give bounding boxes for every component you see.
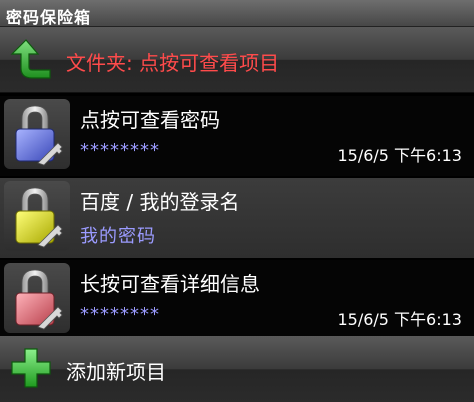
entry-title: 百度 / 我的登录名 xyxy=(80,190,240,214)
password-entry[interactable]: 长按可查看详细信息 ******** 15/6/5 下午6:13 xyxy=(0,260,474,340)
entry-password: 我的密码 xyxy=(80,226,156,247)
entry-title: 点按可查看密码 xyxy=(80,108,220,132)
entry-password: ******** xyxy=(80,304,160,325)
plus-icon xyxy=(11,348,51,388)
folder-header[interactable]: 文件夹: 点按可查看项目 xyxy=(0,27,474,93)
red-lock-icon xyxy=(15,269,63,330)
entry-icon-box xyxy=(4,263,70,333)
title-bar: 密码保险箱 xyxy=(0,0,474,27)
entry-date: 15/6/5 下午6:13 xyxy=(337,310,462,329)
password-entry[interactable]: 百度 / 我的登录名 我的密码 xyxy=(0,178,474,258)
back-arrow-icon[interactable] xyxy=(8,38,52,82)
blue-lock-icon xyxy=(15,105,63,166)
entry-icon-box xyxy=(4,181,70,251)
password-entry[interactable]: 点按可查看密码 ******** 15/6/5 下午6:13 xyxy=(0,96,474,176)
add-item-label: 添加新项目 xyxy=(66,360,166,384)
password-safe-app: 密码保险箱 文件夹: 点按可查看项目 点按可查看密码 ******** 15/6… xyxy=(0,0,474,402)
entry-password: ******** xyxy=(80,140,160,161)
app-title: 密码保险箱 xyxy=(6,8,92,27)
entry-title: 长按可查看详细信息 xyxy=(80,272,260,296)
folder-label: 文件夹: 点按可查看项目 xyxy=(66,51,280,75)
yellow-lock-icon xyxy=(15,187,63,248)
add-item-button[interactable]: 添加新项目 xyxy=(0,336,474,402)
entry-date: 15/6/5 下午6:13 xyxy=(337,146,462,165)
entry-icon-box xyxy=(4,99,70,169)
